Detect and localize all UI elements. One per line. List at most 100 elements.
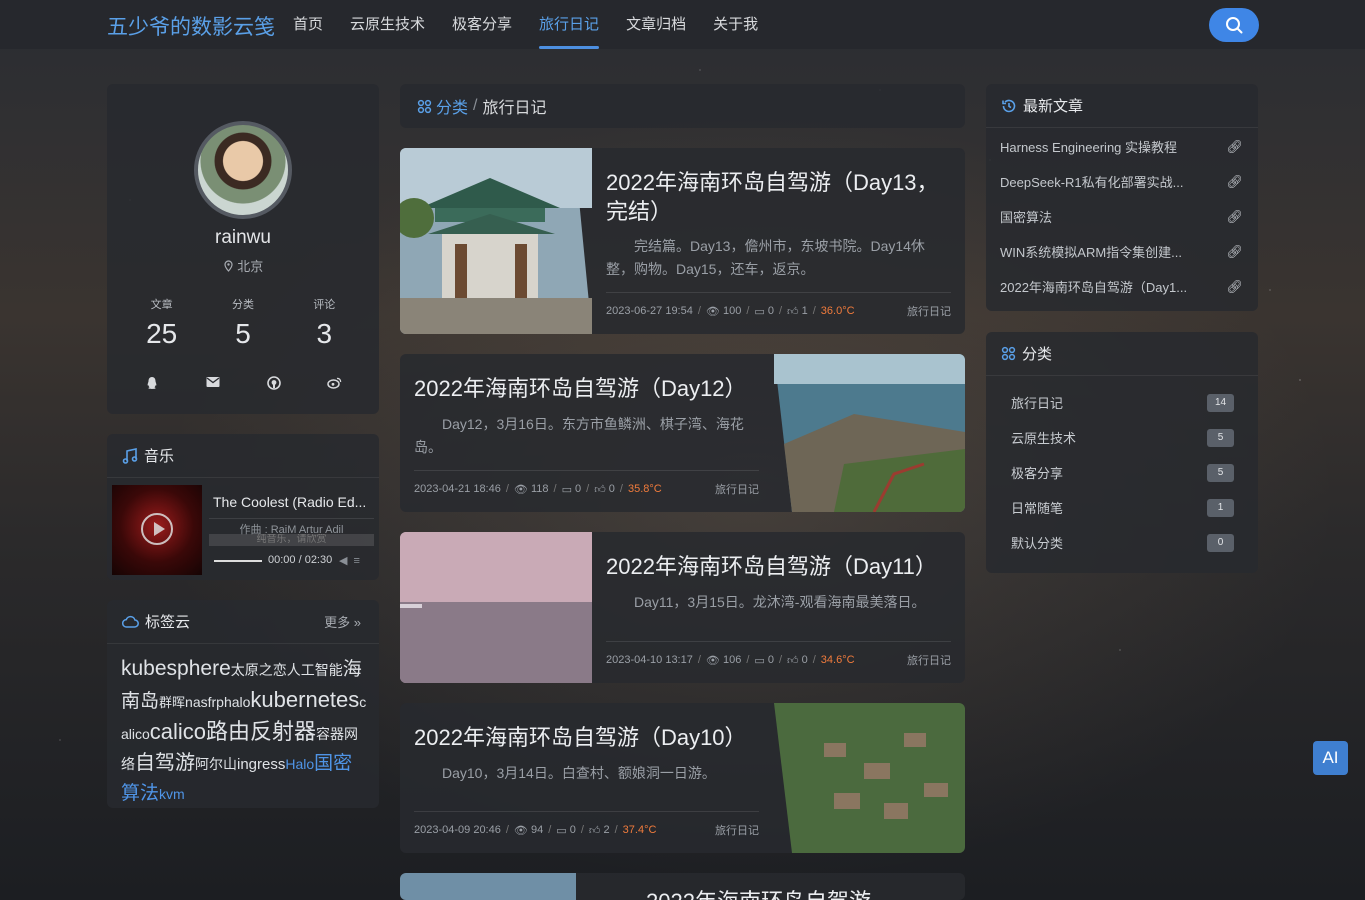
tag-link[interactable]: kvm [159, 786, 185, 802]
post-title[interactable]: 2022年海南环岛自驾游（Day12） [414, 374, 766, 403]
breadcrumb: 分类 / 旅行日记 [400, 84, 965, 128]
github-icon [266, 376, 281, 390]
breadcrumb-current: 旅行日记 [482, 100, 547, 117]
search-icon [1226, 17, 1243, 34]
post-views: 100 [722, 305, 742, 317]
post-title[interactable]: 2022年海南环岛自驾游（Day11） [606, 552, 951, 581]
post-cover-image[interactable] [400, 532, 592, 683]
meta-separator: / [697, 654, 701, 666]
tag-link[interactable]: 太原之恋 [231, 662, 287, 678]
nav-item-about[interactable]: 关于我 [713, 0, 758, 49]
post-category[interactable]: 旅行日记 [907, 303, 951, 319]
tag-link[interactable]: 自驾游 [135, 752, 195, 774]
stat-comments[interactable]: 评论 3 [284, 296, 365, 350]
nav-item-home[interactable]: 首页 [293, 0, 323, 49]
location-pin-icon [224, 260, 233, 272]
recent-post-item[interactable]: 2022年海南环岛自驾游（Day1... 🔗︎ [986, 269, 1258, 304]
search-button[interactable] [1209, 8, 1259, 42]
post-card[interactable]: 2022年海南环岛自驾游（Day10） Day10，3月14日。白查村、额娘洞一… [400, 703, 965, 853]
category-item[interactable]: 旅行日记 14 [986, 385, 1258, 420]
social-github-link[interactable] [243, 376, 304, 390]
ai-assistant-button[interactable]: AI [1313, 741, 1348, 775]
meta-separator: / [746, 654, 750, 666]
tag-link[interactable]: kubernetes [250, 687, 359, 712]
tag-link[interactable]: ingress [237, 756, 285, 773]
post-heat: 36.0°C [820, 305, 855, 317]
post-meta: 2023-04-21 18:46 / 👁︎ 118 / ▭ 0 / 👍︎ 0 / 35.… [414, 470, 759, 497]
category-item[interactable]: 云原生技术 5 [986, 420, 1258, 455]
tag-cloud: kubesphere太原之恋人工智能海南岛群晖nasfrphalokuberne… [121, 654, 367, 809]
post-heat: 35.8°C [627, 483, 662, 495]
nav-item-geek-share[interactable]: 极客分享 [452, 0, 512, 49]
tag-link[interactable]: kubesphere [121, 657, 231, 680]
stat-posts[interactable]: 文章 25 [121, 296, 202, 350]
nav-item-travel[interactable]: 旅行日记 [539, 0, 600, 49]
social-weibo-link[interactable] [304, 376, 365, 390]
recent-post-title: DeepSeek-R1私有化部署实战... [1000, 175, 1184, 190]
tag-link[interactable]: halo [224, 694, 250, 710]
post-category[interactable]: 旅行日记 [907, 652, 951, 668]
nav-item-archive[interactable]: 文章归档 [626, 0, 686, 49]
location-text: 北京 [237, 259, 264, 274]
profile-stats: 文章 25 分类 5 评论 3 [121, 296, 365, 350]
album-cover[interactable] [112, 485, 202, 575]
avatar[interactable] [194, 121, 292, 219]
post-title[interactable]: 2022年海南环岛自驾游（Day13，完结） [606, 168, 951, 226]
post-cover-image[interactable] [400, 873, 576, 900]
meta-separator: / [614, 824, 618, 836]
recent-post-item[interactable]: Harness Engineering 实操教程 🔗︎ [986, 129, 1258, 164]
post-title[interactable]: 2022年海南环岛自驾游（Day10） [414, 723, 766, 752]
play-icon[interactable] [141, 513, 173, 545]
category-item[interactable]: 日常随笔 1 [986, 490, 1258, 525]
category-item[interactable]: 极客分享 5 [986, 455, 1258, 490]
post-cover-image[interactable] [400, 148, 592, 334]
recent-post-item[interactable]: WIN系统模拟ARM指令集创建... 🔗︎ [986, 234, 1258, 269]
post-category[interactable]: 旅行日记 [715, 481, 759, 497]
recent-post-item[interactable]: 国密算法 🔗︎ [986, 199, 1258, 234]
breadcrumb-root[interactable]: 分类 [436, 94, 468, 118]
music-card-title: 音乐 [144, 448, 175, 465]
post-card[interactable]: 2022年海南环岛自驾游（Day9） [400, 873, 965, 900]
post-card[interactable]: 2022年海南环岛自驾游（Day13，完结） 完结篇。Day13，儋州市，东坡书… [400, 148, 965, 334]
tag-link[interactable]: 阿尔山 [195, 756, 237, 772]
post-comments: 0 [767, 305, 774, 317]
volume-icon[interactable]: ◀ [339, 555, 353, 567]
meta-separator: / [505, 824, 509, 836]
tags-more-link[interactable]: 更多 » [324, 612, 361, 631]
post-cover-image[interactable] [774, 703, 965, 853]
player-controls: ◀≡ [339, 554, 366, 567]
stat-value: 5 [235, 318, 251, 349]
link-icon: 🔗︎ [1226, 278, 1243, 294]
meta-separator: / [586, 483, 590, 495]
meta-separator: / [580, 824, 584, 836]
playlist-icon[interactable]: ≡ [353, 555, 365, 567]
stat-categories[interactable]: 分类 5 [202, 296, 283, 350]
post-date: 2023-04-10 13:17 [606, 654, 693, 666]
meta-separator: / [553, 483, 557, 495]
recent-post-title: WIN系统模拟ARM指令集创建... [1000, 245, 1182, 260]
tag-link[interactable]: 群晖 [159, 695, 185, 710]
category-count-badge: 5 [1207, 428, 1234, 447]
progress-bar[interactable] [214, 560, 262, 562]
social-links [121, 376, 365, 390]
social-email-link[interactable] [182, 376, 243, 390]
post-card[interactable]: 2022年海南环岛自驾游（Day12） Day12，3月16日。东方市鱼鳞洲、棋… [400, 354, 965, 512]
post-category[interactable]: 旅行日记 [715, 822, 759, 838]
nav-item-cloud-native[interactable]: 云原生技术 [350, 0, 425, 49]
post-cover-image[interactable] [774, 354, 965, 512]
site-brand[interactable]: 五少爷的数影云笺 [107, 11, 275, 41]
tag-link[interactable]: 人工智能 [287, 662, 343, 678]
post-card[interactable]: 2022年海南环岛自驾游（Day11） Day11，3月15日。龙沐湾-观看海南… [400, 532, 965, 683]
cloud-icon [122, 615, 139, 628]
category-item[interactable]: 默认分类 0 [986, 525, 1258, 560]
categories-list: 旅行日记 14 云原生技术 5 极客分享 5 日常随笔 1 默认分类 0 [986, 385, 1258, 560]
stat-label: 分类 [231, 299, 254, 311]
post-title[interactable]: 2022年海南环岛自驾游（Day9） [646, 887, 951, 900]
tag-link[interactable]: nasfrp [185, 694, 224, 710]
tag-link[interactable]: calico路由反射器 [150, 719, 316, 744]
tag-link[interactable]: Halo [285, 756, 314, 772]
social-qq-link[interactable] [121, 376, 182, 390]
recent-posts-list: Harness Engineering 实操教程 🔗︎ DeepSeek-R1私有… [986, 129, 1258, 304]
post-views: 106 [722, 654, 742, 666]
recent-post-item[interactable]: DeepSeek-R1私有化部署实战... 🔗︎ [986, 164, 1258, 199]
